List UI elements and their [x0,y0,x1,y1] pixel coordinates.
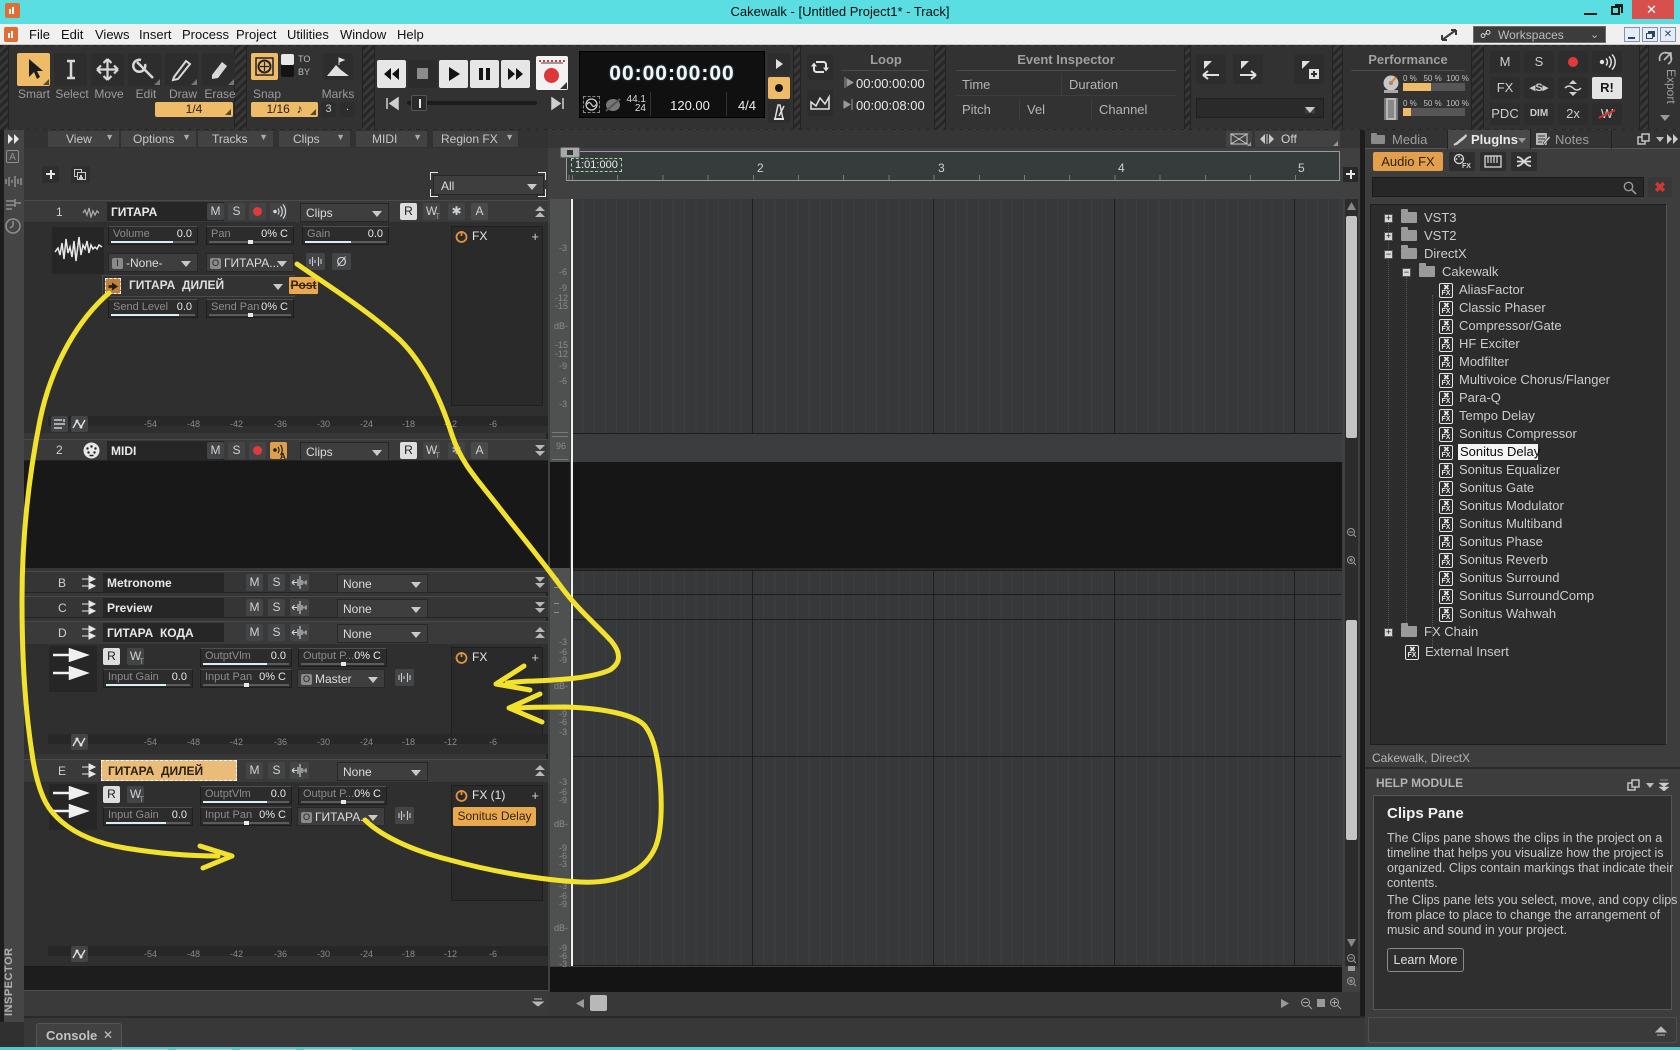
svg-text:FX: FX [1462,163,1471,170]
